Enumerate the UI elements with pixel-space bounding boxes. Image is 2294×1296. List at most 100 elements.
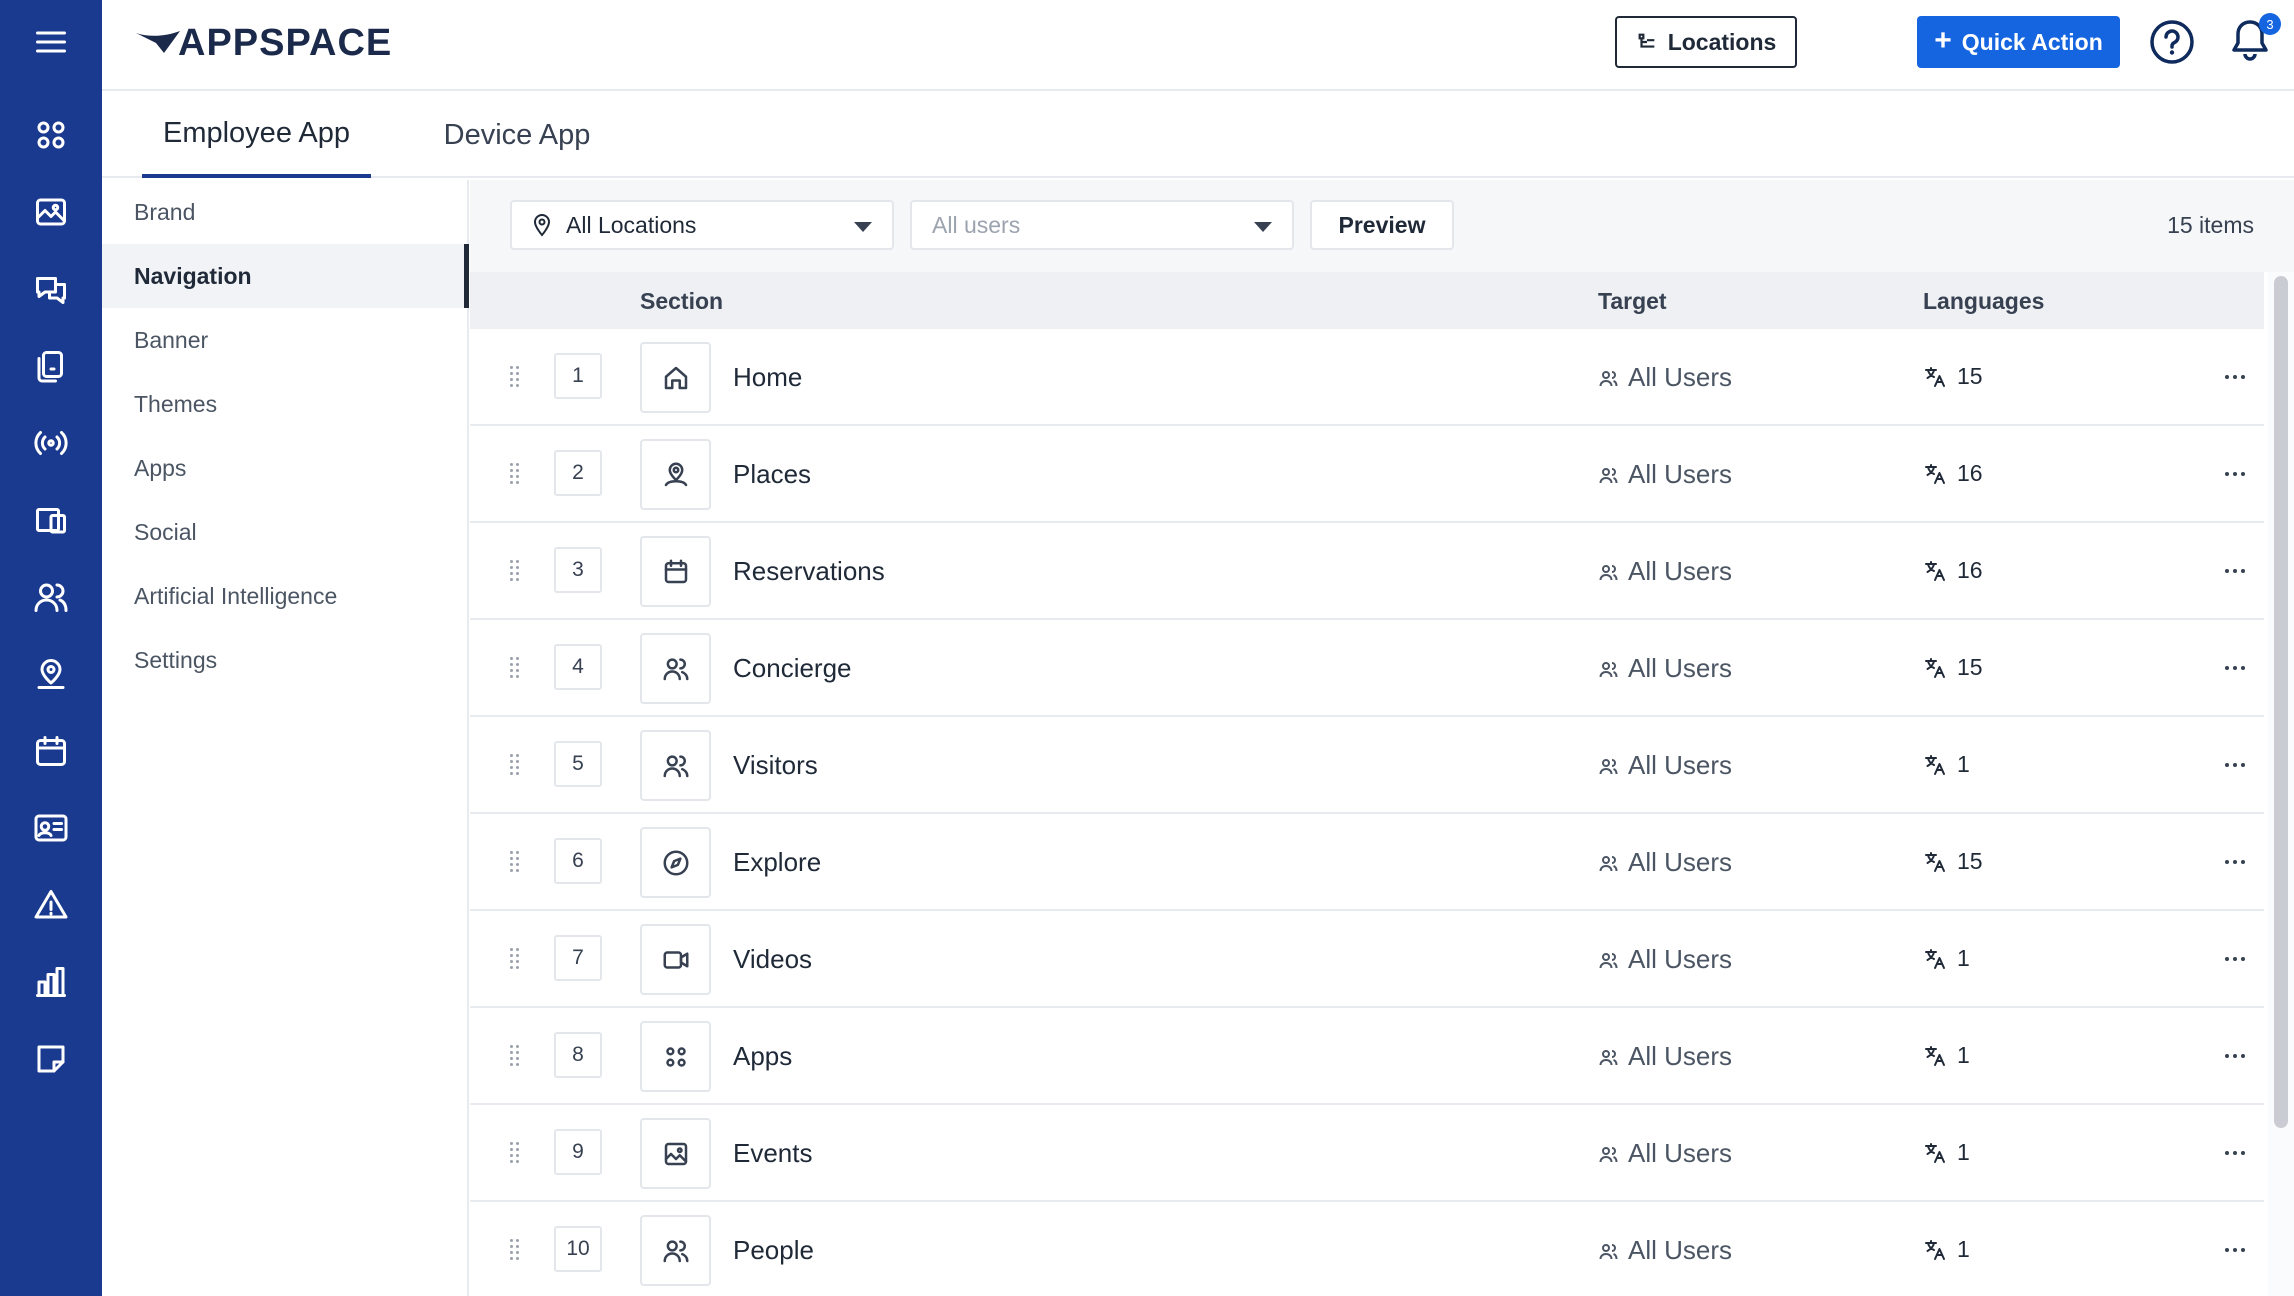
table-scrollbar[interactable] xyxy=(2268,272,2294,1296)
appspace-logo[interactable]: APPSPACE xyxy=(134,18,392,68)
more-options-icon[interactable] xyxy=(2215,844,2255,880)
order-input[interactable]: 7 xyxy=(554,935,602,981)
drag-handle-icon[interactable] xyxy=(510,1239,522,1263)
drag-handle-icon[interactable] xyxy=(510,948,522,972)
quick-action-button[interactable]: + Quick Action xyxy=(1917,16,2120,68)
more-options-icon[interactable] xyxy=(2215,941,2255,977)
sidebar-item-themes[interactable]: Themes xyxy=(102,372,469,436)
section-icon-button[interactable] xyxy=(640,536,711,607)
calendar-icon[interactable] xyxy=(0,721,102,781)
section-icon-button[interactable] xyxy=(640,1118,711,1189)
section-icon-button[interactable] xyxy=(640,1215,711,1286)
more-options-icon[interactable] xyxy=(2215,456,2255,492)
users-icon[interactable] xyxy=(0,567,102,627)
apps-grid-icon xyxy=(665,1046,686,1067)
table-row[interactable]: 5 Visitors All Users 1 xyxy=(470,717,2264,814)
screens-icon[interactable] xyxy=(0,490,102,550)
translate-icon xyxy=(1925,1045,1945,1066)
table-row[interactable]: 6 Explore All Users 15 xyxy=(470,814,2264,911)
order-input[interactable]: 6 xyxy=(554,838,602,884)
column-header-target[interactable]: Target xyxy=(1598,288,1667,315)
device-icon[interactable] xyxy=(0,336,102,396)
places-icon[interactable] xyxy=(0,644,102,704)
section-name: Events xyxy=(733,1138,813,1168)
sidebar-item-apps[interactable]: Apps xyxy=(102,436,469,500)
table-row[interactable]: 8 Apps All Users 1 xyxy=(470,1008,2264,1105)
more-options-icon[interactable] xyxy=(2215,1038,2255,1074)
locations-button[interactable]: Locations xyxy=(1615,16,1797,68)
drag-handle-icon[interactable] xyxy=(510,366,522,390)
users-icon xyxy=(1599,1243,1618,1259)
order-input[interactable]: 1 xyxy=(554,353,602,399)
table-row[interactable]: 1 Home All Users 15 xyxy=(470,329,2264,426)
drag-handle-icon[interactable] xyxy=(510,463,522,487)
sidebar-item-artificial-intelligence[interactable]: Artificial Intelligence xyxy=(102,564,469,628)
sidebar-item-navigation[interactable]: Navigation xyxy=(102,244,469,308)
order-input[interactable]: 4 xyxy=(554,644,602,690)
sidebar-item-brand[interactable]: Brand xyxy=(102,180,469,244)
target-label: All Users xyxy=(1628,556,1733,586)
languages-cell: 15 xyxy=(1923,654,1983,681)
more-options-icon[interactable] xyxy=(2215,747,2255,783)
sidebar-item-settings[interactable]: Settings xyxy=(102,628,469,692)
more-options-icon[interactable] xyxy=(2215,553,2255,589)
languages-cell: 15 xyxy=(1923,363,1983,390)
section-icon-button[interactable] xyxy=(640,924,711,995)
table-row[interactable]: 7 Videos All Users 1 xyxy=(470,911,2264,1008)
analytics-icon[interactable] xyxy=(0,952,102,1012)
languages-count: 16 xyxy=(1957,557,1983,583)
users-select[interactable]: All users xyxy=(910,200,1294,250)
order-input[interactable]: 9 xyxy=(554,1129,602,1175)
preview-button[interactable]: Preview xyxy=(1310,200,1454,250)
alert-icon[interactable] xyxy=(0,875,102,935)
table-row[interactable]: 2 Places All Users 16 xyxy=(470,426,2264,523)
column-header-languages[interactable]: Languages xyxy=(1923,288,2044,315)
table-row[interactable]: 9 Events All Users 1 xyxy=(470,1105,2264,1202)
location-select[interactable]: All Locations xyxy=(510,200,894,250)
order-input[interactable]: 8 xyxy=(554,1032,602,1078)
drag-handle-icon[interactable] xyxy=(510,560,522,584)
languages-cell: 1 xyxy=(1923,751,1970,778)
drag-handle-icon[interactable] xyxy=(510,1045,522,1069)
users-icon xyxy=(1599,370,1618,386)
sidebar-item-social[interactable]: Social xyxy=(102,500,469,564)
order-input[interactable]: 2 xyxy=(554,450,602,496)
table-row[interactable]: 3 Reservations All Users 16 xyxy=(470,523,2264,620)
section-name: Explore xyxy=(733,847,822,877)
dashboard-grid-icon[interactable] xyxy=(0,105,102,165)
drag-handle-icon[interactable] xyxy=(510,657,522,681)
more-options-icon[interactable] xyxy=(2215,1135,2255,1171)
order-input[interactable]: 3 xyxy=(554,547,602,593)
section-icon-button[interactable] xyxy=(640,439,711,510)
scrollbar-thumb[interactable] xyxy=(2274,276,2288,1128)
drag-handle-icon[interactable] xyxy=(510,754,522,778)
help-button[interactable] xyxy=(2148,18,2196,66)
section-icon-button[interactable] xyxy=(640,342,711,413)
drag-handle-icon[interactable] xyxy=(510,851,522,875)
section-icon-button[interactable] xyxy=(640,730,711,801)
target-label: All Users xyxy=(1628,362,1733,392)
id-card-icon[interactable] xyxy=(0,798,102,858)
sidebar-item-banner[interactable]: Banner xyxy=(102,308,469,372)
menu-icon[interactable] xyxy=(0,12,102,72)
section-icon-button[interactable] xyxy=(640,827,711,898)
order-input[interactable]: 10 xyxy=(554,1226,602,1272)
table-row[interactable]: 10 People All Users 1 xyxy=(470,1202,2264,1296)
more-options-icon[interactable] xyxy=(2215,359,2255,395)
drag-handle-icon[interactable] xyxy=(510,1142,522,1166)
table-row[interactable]: 4 Concierge All Users 15 xyxy=(470,620,2264,717)
column-header-section[interactable]: Section xyxy=(640,288,723,315)
broadcast-icon[interactable] xyxy=(0,413,102,473)
section-name: Reservations xyxy=(733,556,885,586)
tab-employee-app[interactable]: Employee App xyxy=(142,93,371,178)
target-cell: All Users xyxy=(1598,944,1732,975)
section-icon-button[interactable] xyxy=(640,633,711,704)
notes-icon[interactable] xyxy=(0,1029,102,1089)
order-input[interactable]: 5 xyxy=(554,741,602,787)
chat-icon[interactable] xyxy=(0,259,102,319)
section-icon-button[interactable] xyxy=(640,1021,711,1092)
more-options-icon[interactable] xyxy=(2215,650,2255,686)
tab-device-app[interactable]: Device App xyxy=(402,93,632,178)
image-icon[interactable] xyxy=(0,182,102,242)
more-options-icon[interactable] xyxy=(2215,1232,2255,1268)
